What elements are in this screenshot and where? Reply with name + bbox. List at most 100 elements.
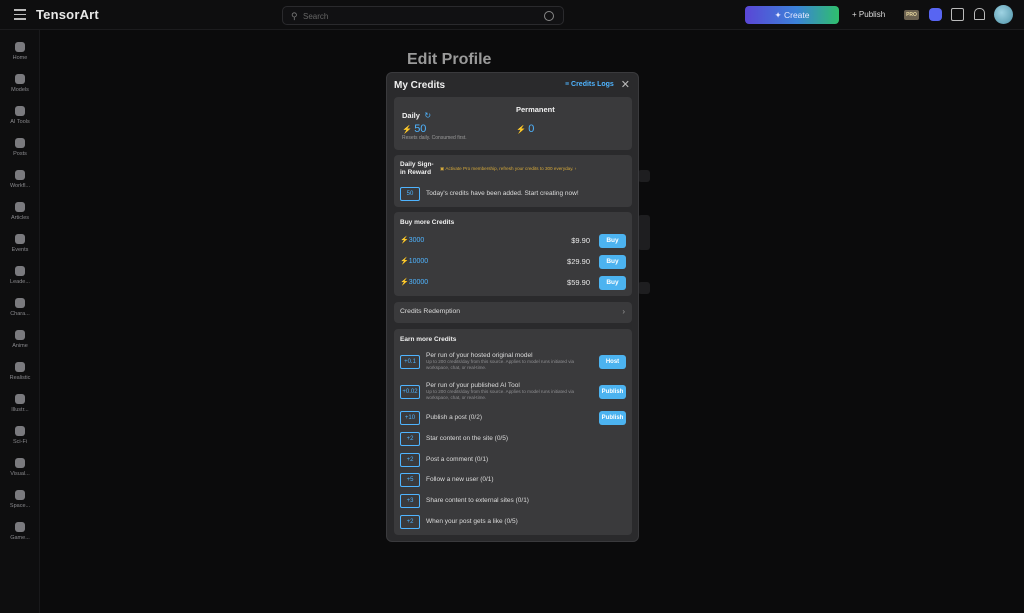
realistic-icon: [15, 362, 25, 372]
sidebar-item-illustration[interactable]: Illustr...: [0, 394, 40, 413]
earn-item-title: Share content to external sites (0/1): [426, 497, 529, 504]
earn-item: +3 Share content to external sites (0/1): [400, 494, 626, 508]
sidebar-item-label: Events: [11, 247, 29, 253]
buy-button[interactable]: Buy: [599, 255, 626, 269]
sidebar-item-articles[interactable]: Articles: [0, 202, 40, 221]
chevron-right-icon: ›: [573, 166, 577, 171]
credit-pack-amount: ⚡30000: [400, 279, 429, 286]
credits-logs-label: Credits Logs: [571, 81, 614, 88]
background-control: [638, 282, 650, 294]
sidebar-item-home[interactable]: Home: [0, 42, 40, 61]
chevron-right-icon: ›: [622, 307, 625, 316]
create-button[interactable]: ✦ Create: [745, 6, 839, 24]
search-input[interactable]: [303, 9, 533, 23]
earn-item-title: Publish a post (0/2): [426, 414, 483, 421]
ai-tools-icon: [15, 106, 25, 116]
credit-pack-value: 3000: [408, 237, 425, 244]
credit-pack-price: $59.90: [567, 278, 590, 287]
credit-pack-amount: ⚡10000: [400, 258, 429, 265]
credits-redemption-label: Credits Redemption: [400, 308, 461, 315]
sidebar-item-workflow[interactable]: Workfl...: [0, 170, 40, 189]
calendar-icon[interactable]: [951, 8, 964, 21]
sidebar-item-posts[interactable]: Posts: [0, 138, 40, 157]
daily-credits-value: 50: [414, 123, 427, 135]
signin-message: Today's credits have been added. Start c…: [426, 190, 579, 197]
buy-button[interactable]: Buy: [599, 276, 626, 290]
logo[interactable]: TensorArt: [36, 7, 99, 22]
credits-summary-card: Daily ↻ ⚡ 50 Resets daily. Consumed firs…: [394, 97, 632, 150]
buy-button[interactable]: Buy: [599, 234, 626, 248]
earn-item-title: Star content on the site (0/5): [426, 435, 509, 442]
sidebar-item-space[interactable]: Space...: [0, 490, 40, 509]
close-icon[interactable]: ✕: [621, 78, 630, 91]
models-icon: [15, 74, 25, 84]
sidebar-item-label: Sci-Fi: [12, 439, 28, 445]
sidebar-item-leaderboard[interactable]: Leade...: [0, 266, 40, 285]
avatar[interactable]: [994, 5, 1013, 24]
earn-points-badge: +2: [400, 453, 420, 467]
sidebar-item-events[interactable]: Events: [0, 234, 40, 253]
sidebar-item-label: Visual...: [10, 471, 30, 477]
lightning-icon: ⚡: [516, 125, 529, 134]
permanent-credits-value: 0: [528, 123, 535, 135]
daily-signin-card: Daily Sign- in Reward ▣ Activate Pro mem…: [394, 155, 632, 207]
buy-row: ⚡10000 $29.90 Buy: [400, 255, 626, 269]
credit-pack-price: $29.90: [567, 257, 590, 266]
sidebar-item-label: Posts: [13, 151, 27, 157]
menu-icon[interactable]: [14, 9, 26, 21]
scifi-icon: [15, 426, 25, 436]
bell-icon[interactable]: [972, 8, 985, 21]
earn-points-badge: +10: [400, 411, 420, 425]
earn-points-badge: +5: [400, 473, 420, 487]
game-icon: [15, 522, 25, 532]
credit-pack-price: $9.90: [571, 236, 590, 245]
sidebar-item-ai-tools[interactable]: AI Tools: [0, 106, 40, 125]
sidebar-item-character[interactable]: Chara...: [0, 298, 40, 317]
sidebar-item-label: Chara...: [10, 311, 30, 317]
earn-item-title: Per run of your hosted original model: [426, 352, 533, 359]
credits-logs-link[interactable]: ≡ Credits Logs: [565, 81, 614, 88]
leaderboard-icon: [15, 266, 25, 276]
publish-tool-button[interactable]: Publish: [599, 385, 626, 399]
earn-credits-card: Earn more Credits +0.1 Per run of your h…: [394, 329, 632, 535]
signin-points-badge: 50: [400, 187, 420, 201]
sidebar-item-visual[interactable]: Visual...: [0, 458, 40, 477]
earn-item: +2 Post a comment (0/1): [400, 453, 626, 467]
pro-promo[interactable]: ▣ Activate Pro membership, refresh your …: [440, 166, 576, 172]
sidebar-item-realistic[interactable]: Realistic: [0, 362, 40, 381]
earn-points-badge: +0.1: [400, 355, 420, 369]
earn-item-title: Post a comment (0/1): [426, 456, 489, 463]
credit-pack-value: 10000: [408, 258, 429, 265]
sidebar-item-models[interactable]: Models: [0, 74, 40, 93]
signin-title-line2: in Reward: [400, 169, 432, 176]
pro-badge[interactable]: PRO: [904, 10, 919, 20]
sidebar-item-label: Game...: [10, 535, 30, 541]
signin-title: Daily Sign-: [400, 161, 434, 168]
background-control: [638, 170, 650, 182]
earn-item: +2 Star content on the site (0/5): [400, 432, 626, 446]
earn-item: +0.02 Per run of your published AI Tool …: [400, 382, 626, 405]
earn-item: +10 Publish a post (0/2) Publish: [400, 411, 626, 425]
sidebar-item-game[interactable]: Game...: [0, 522, 40, 541]
earn-item: +0.1 Per run of your hosted original mod…: [400, 352, 626, 375]
earn-item-title: Follow a new user (0/1): [426, 476, 494, 483]
daily-reset-note: Resets daily. Consumed first.: [402, 135, 467, 141]
sidebar-item-anime[interactable]: Anime: [0, 330, 40, 349]
search-bar[interactable]: ⚲: [282, 6, 564, 25]
sidebar: Home Models AI Tools Posts Workfl... Art…: [0, 30, 40, 613]
discord-icon[interactable]: [929, 8, 942, 21]
sidebar-item-label: Illustr...: [11, 407, 29, 413]
image-search-icon[interactable]: [544, 11, 554, 21]
host-button[interactable]: Host: [599, 355, 626, 369]
search-icon: ⚲: [291, 11, 298, 21]
sidebar-item-label: Space...: [9, 503, 31, 509]
publish-label: Publish: [858, 10, 886, 19]
credits-redemption-row[interactable]: Credits Redemption ›: [394, 302, 632, 323]
sidebar-item-label: Realistic: [9, 375, 31, 381]
buy-credits-card: Buy more Credits ⚡3000 $9.90 Buy ⚡10000 …: [394, 212, 632, 296]
space-icon: [15, 490, 25, 500]
sidebar-item-scifi[interactable]: Sci-Fi: [0, 426, 40, 445]
modal-title: My Credits: [394, 80, 446, 91]
publish-post-button[interactable]: Publish: [599, 411, 626, 425]
publish-button[interactable]: + Publish: [852, 10, 885, 19]
